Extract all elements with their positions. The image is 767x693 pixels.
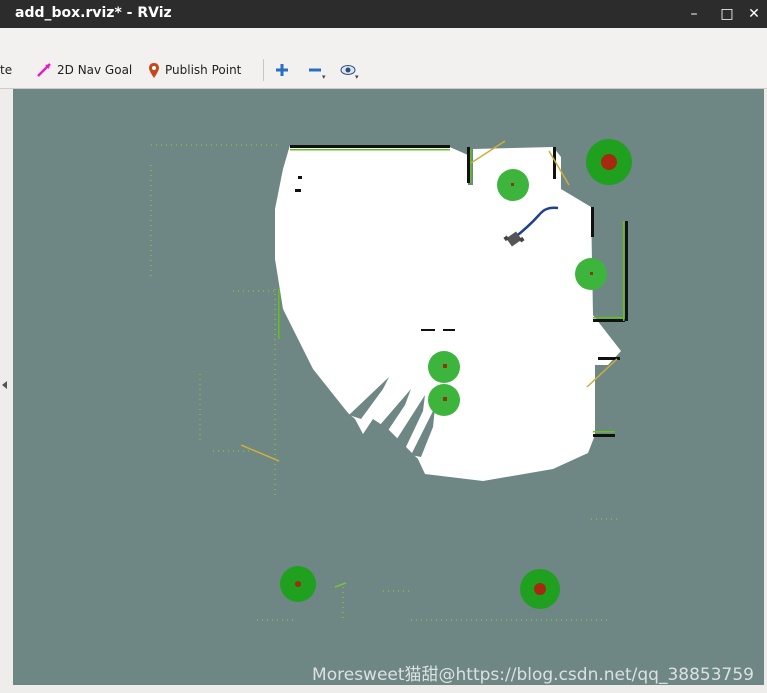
nav-goal-tool[interactable]: 2D Nav Goal — [36, 60, 132, 80]
view-tools-button[interactable]: ▾ — [336, 59, 360, 81]
close-icon[interactable]: ✕ — [741, 2, 767, 26]
window-title: add_box.rviz* - RViz — [15, 5, 172, 21]
free-space — [275, 145, 621, 481]
tool-partial-label: te — [0, 63, 13, 77]
tool-partial[interactable]: te — [0, 60, 12, 80]
publish-point-label: Publish Point — [165, 63, 242, 77]
menu-bar — [0, 28, 767, 51]
marker-box — [586, 139, 632, 185]
title-bar: add_box.rviz* - RViz – □ ✕ — [0, 0, 767, 28]
watermark-text: Moresweet猫甜@https://blog.csdn.net/qq_388… — [312, 665, 754, 685]
toolbar-separator — [263, 59, 264, 81]
nav-goal-icon — [37, 63, 51, 77]
laser-segment — [240, 444, 280, 462]
minus-icon — [309, 68, 321, 72]
map-canvas — [150, 139, 632, 621]
plus-icon — [276, 64, 288, 76]
maximize-icon[interactable]: □ — [714, 2, 740, 26]
tools-toolbar: te 2D Nav Goal Publish Point ▾ ▾ — [0, 50, 767, 89]
marker-box — [520, 569, 560, 609]
left-dock-handle[interactable] — [0, 89, 13, 685]
add-tool-button[interactable] — [270, 59, 294, 81]
remove-tool-button[interactable]: ▾ — [303, 59, 327, 81]
eye-icon — [340, 65, 356, 75]
marker-box — [280, 566, 316, 602]
laser-segment — [334, 582, 347, 588]
nav-goal-label: 2D Nav Goal — [57, 63, 133, 77]
marker-box — [497, 169, 529, 201]
render-viewport[interactable]: Moresweet猫甜@https://blog.csdn.net/qq_388… — [13, 89, 764, 685]
status-bar — [0, 685, 767, 693]
publish-point-tool[interactable]: Publish Point — [148, 60, 241, 80]
chevron-down-icon: ▾ — [322, 73, 326, 81]
marker-box — [428, 384, 460, 416]
collapse-arrow-icon[interactable] — [2, 381, 7, 389]
marker-box — [575, 258, 607, 290]
minimize-icon[interactable]: – — [681, 2, 707, 26]
wall-notch — [595, 207, 625, 225]
map-pin-icon — [149, 62, 159, 78]
chevron-down-icon: ▾ — [355, 73, 359, 81]
marker-box — [428, 351, 460, 383]
